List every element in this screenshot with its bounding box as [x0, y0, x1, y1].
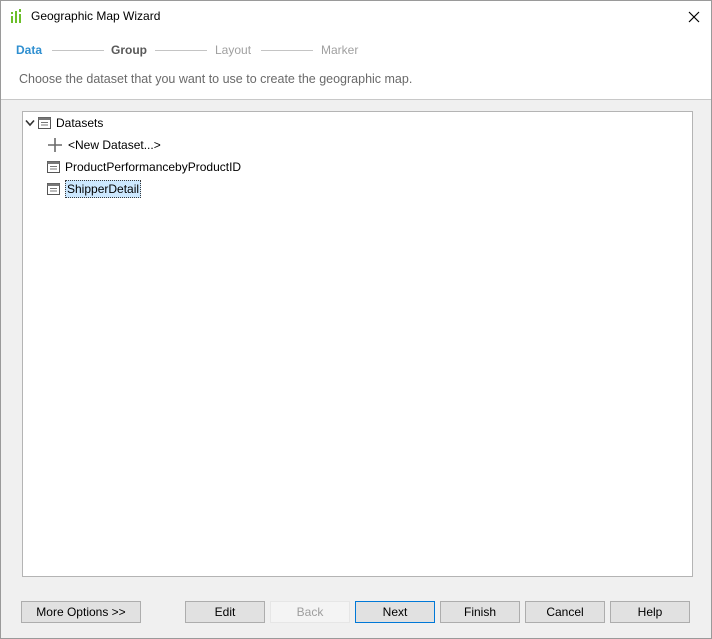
step-group[interactable]: Group [111, 43, 147, 57]
step-connector [155, 50, 207, 51]
wizard-header: Data Group Layout Marker Choose the data… [1, 32, 711, 100]
step-marker: Marker [321, 43, 359, 57]
instruction-text: Choose the dataset that you want to use … [19, 72, 413, 86]
geographic-map-app-icon [11, 9, 21, 23]
title-bar: Geographic Map Wizard [1, 1, 711, 32]
new-dataset-label: <New Dataset...> [68, 138, 161, 152]
tree-node-datasets[interactable]: Datasets [25, 113, 103, 133]
step-data[interactable]: Data [16, 43, 42, 57]
wizard-dialog: Geographic Map Wizard Data Group Layout … [0, 0, 712, 639]
dataset-tree[interactable]: Datasets <New Dataset...> ProductPerform… [22, 111, 693, 577]
back-button: Back [270, 601, 350, 623]
step-connector [52, 50, 104, 51]
dataset-folder-icon [38, 117, 51, 129]
close-button[interactable] [677, 1, 711, 32]
step-layout: Layout [215, 43, 252, 57]
help-button[interactable]: Help [610, 601, 690, 623]
cancel-button[interactable]: Cancel [525, 601, 605, 623]
next-button[interactable]: Next [355, 601, 435, 623]
dataset-label: ProductPerformancebyProductID [65, 160, 242, 174]
tree-node-new-dataset[interactable]: <New Dataset...> [47, 135, 161, 155]
window-title: Geographic Map Wizard [31, 9, 161, 23]
tree-node-dataset[interactable]: ProductPerformancebyProductID [47, 157, 241, 177]
close-icon [688, 11, 700, 22]
tree-node-dataset-selected[interactable]: ShipperDetail [47, 179, 142, 199]
step-connector [261, 50, 313, 51]
edit-button[interactable]: Edit [185, 601, 265, 623]
dataset-icon [47, 183, 60, 195]
tree-root-label: Datasets [56, 116, 104, 130]
more-options-button[interactable]: More Options >> [21, 601, 141, 623]
dataset-icon [47, 161, 60, 173]
finish-button[interactable]: Finish [440, 601, 520, 623]
plus-icon [48, 138, 62, 152]
dataset-label: ShipperDetail [65, 180, 142, 198]
chevron-down-icon[interactable] [25, 119, 35, 127]
